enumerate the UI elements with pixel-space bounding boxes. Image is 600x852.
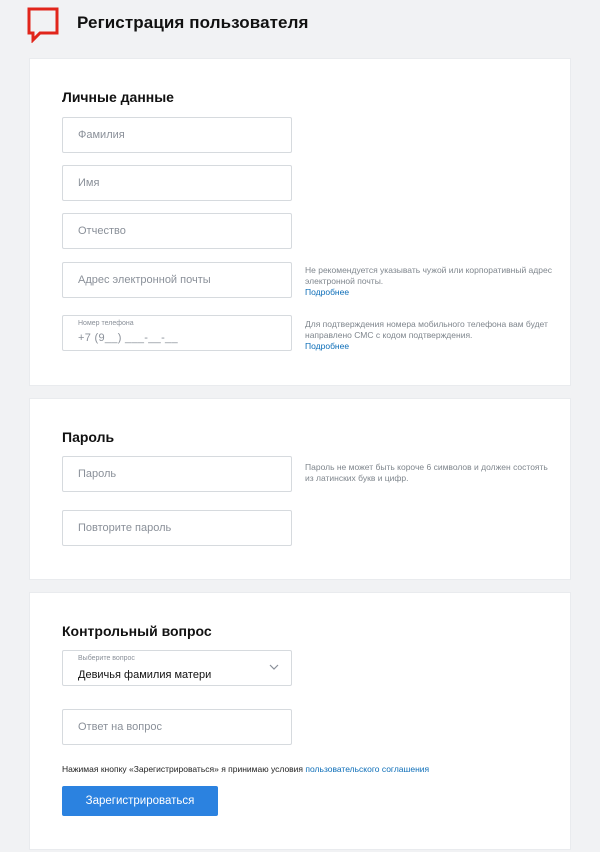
first-name-field[interactable]: Имя	[62, 165, 292, 201]
personal-data-card: Личные данные Фамилия Имя Отчество Адрес…	[30, 59, 570, 385]
select-value: Девичья фамилия матери	[78, 669, 212, 681]
answer-field[interactable]: Ответ на вопрос	[62, 709, 292, 745]
speech-bubble-logo-icon	[27, 7, 59, 43]
phone-mask: +7 (9__) ___-__-__	[78, 332, 178, 344]
register-button[interactable]: Зарегистрироваться	[62, 786, 218, 816]
middle-name-field[interactable]: Отчество	[62, 213, 292, 249]
chevron-down-icon	[269, 664, 279, 670]
repeat-password-field[interactable]: Повторите пароль	[62, 510, 292, 546]
phone-hint: Для подтверждения номера мобильного теле…	[305, 319, 555, 352]
agreement-text-label: Нажимая кнопку «Зарегистрироваться» я пр…	[62, 764, 306, 774]
last-name-field[interactable]: Фамилия	[62, 117, 292, 153]
user-agreement-link[interactable]: пользовательского соглашения	[305, 764, 429, 774]
password-field[interactable]: Пароль	[62, 456, 292, 492]
email-hint-more-link[interactable]: Подробнее	[305, 287, 555, 298]
first-name-placeholder: Имя	[78, 177, 100, 189]
password-title: Пароль	[62, 429, 115, 445]
password-hint: Пароль не может быть короче 6 символов и…	[305, 462, 555, 484]
password-card: Пароль Пароль Пароль не может быть короч…	[30, 399, 570, 579]
phone-hint-more-link[interactable]: Подробнее	[305, 341, 555, 352]
security-question-select[interactable]: Выберите вопрос Девичья фамилия матери	[62, 650, 292, 686]
phone-field[interactable]: Номер телефона +7 (9__) ___-__-__	[62, 315, 292, 351]
personal-data-title: Личные данные	[62, 89, 174, 105]
email-placeholder: Адрес электронной почты	[78, 274, 211, 286]
last-name-placeholder: Фамилия	[78, 129, 125, 141]
security-question-card: Контрольный вопрос Выберите вопрос Девич…	[30, 593, 570, 849]
middle-name-placeholder: Отчество	[78, 225, 126, 237]
password-placeholder: Пароль	[78, 468, 117, 480]
select-label: Выберите вопрос	[78, 655, 135, 662]
security-question-title: Контрольный вопрос	[62, 623, 212, 639]
phone-hint-text: Для подтверждения номера мобильного теле…	[305, 319, 548, 340]
answer-placeholder: Ответ на вопрос	[78, 721, 162, 733]
agreement-text: Нажимая кнопку «Зарегистрироваться» я пр…	[62, 764, 429, 774]
email-hint-text: Не рекомендуется указывать чужой или кор…	[305, 265, 552, 286]
page-title: Регистрация пользователя	[77, 13, 309, 32]
page-header: Регистрация пользователя	[0, 0, 600, 48]
repeat-password-placeholder: Повторите пароль	[78, 522, 172, 534]
phone-label: Номер телефона	[78, 320, 134, 327]
password-hint-text: Пароль не может быть короче 6 символов и…	[305, 462, 548, 483]
email-field[interactable]: Адрес электронной почты	[62, 262, 292, 298]
email-hint: Не рекомендуется указывать чужой или кор…	[305, 265, 555, 298]
